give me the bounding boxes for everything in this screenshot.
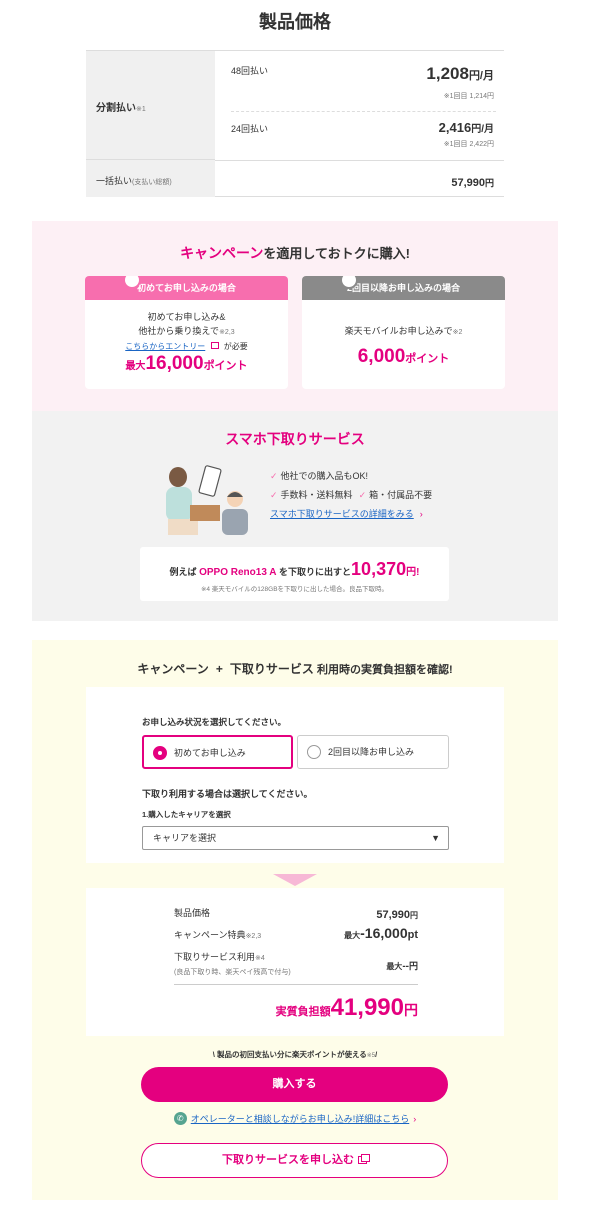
payment-note: \ 製品の初回支払い分に楽天ポイントが使える※5/ (212, 1050, 378, 1059)
result-box: 製品価格 57,990円 キャンペーン特典※2,3 最大-16,000pt 下取… (86, 888, 504, 1036)
check-icon: ✓ (270, 471, 278, 481)
plan24-note: ※1回目 2,422円 (443, 141, 494, 148)
card-first-body: 初めてお申し込み& 他社から乗り換えで※2,3 こちらからエントリー が必要 最… (85, 300, 288, 374)
table-divider (215, 160, 504, 161)
simulator-section: キャンペーン + 下取りサービス 利用時の実質負担額を確認! お申し込み状況を選… (32, 640, 558, 1200)
apply-tradein-button[interactable]: 下取りサービスを申し込む (141, 1143, 448, 1178)
result-tradein-label: 下取りサービス利用※4 (174, 952, 265, 962)
status-question: お申し込み状況を選択してください。 (142, 717, 286, 727)
external-link-icon (210, 342, 219, 349)
buy-button[interactable]: 購入する (141, 1067, 448, 1102)
tradein-example-text: 例えば OPPO Reno13 A を下取りに出すと10,370円! (169, 559, 420, 579)
caret-down-icon: ▼ (431, 833, 440, 843)
down-arrow-icon (273, 874, 317, 886)
tradein-example-note: ※4 楽天モバイルの128GBを下取りに出した場合。良品下取時。 (200, 586, 389, 593)
radio-second-application[interactable]: 2回目以降お申し込み (297, 735, 449, 769)
campaign-title: キャンペーンを適用しておトクに購入! (180, 245, 410, 261)
plan48-label: 48回払い (231, 66, 269, 76)
card-second-points: 6,000ポイント (357, 346, 450, 367)
phone-icon: ✆ (173, 1112, 187, 1125)
tradein-section: スマホ下取りサービス ✓ 他社での購入品もOK! ✓ 手数料・送料無料 ✓ 箱・付属品不… (32, 411, 558, 621)
radio-first-application[interactable]: 初めてお申し込み (142, 735, 293, 769)
tradein-point-2: ✓ 手数料・送料無料 ✓ 箱・付属品不要 (270, 490, 433, 500)
card-first-entry: こちらからエントリー が必要 (125, 342, 248, 351)
result-price-label: 製品価格 (174, 908, 211, 918)
result-campaign-value: 最大-16,000pt (344, 925, 418, 941)
card-second-header: 2回目以降お申し込みの場合 (302, 276, 505, 300)
carrier-select[interactable]: キャリアを選択 ▼ (142, 826, 449, 850)
card-second-line1: 楽天モバイルお申し込みで※2 (344, 326, 463, 336)
check-icon: ✓ (358, 490, 367, 500)
external-link-icon (358, 1154, 370, 1165)
chevron-right-icon: › (419, 509, 423, 519)
card-first-line2: 他社から乗り換えで※2,3 (138, 326, 235, 336)
campaign-section: キャンペーンを適用しておトクに購入! 初めてお申し込みの場合 初めてお申し込み&… (32, 221, 558, 411)
price-table: 分割払い※1 48回払い 1,208円/月 ※1回目 1,214円 24回払い … (86, 50, 504, 197)
tradein-question: 下取り利用する場合は選択してください。 (142, 789, 313, 799)
card-first-points: 最大16,000ポイント (125, 353, 248, 374)
plan24-label: 24回払い (231, 124, 269, 134)
simulator-form: お申し込み状況を選択してください。 初めてお申し込み 2回目以降お申し込み 下取… (86, 687, 504, 863)
carrier-label: 1.購入したキャリアを選択 (142, 810, 231, 819)
plan48-note: ※1回目 1,214円 (443, 93, 494, 100)
plan24-price: 2,416円/月 (438, 120, 494, 135)
installment-label: 分割払い※1 (96, 103, 146, 114)
result-price-value: 57,990円 (376, 909, 418, 921)
plan48-price: 1,208円/月 (426, 64, 494, 83)
lump-label: 一括払い(支払い総額) (96, 176, 172, 186)
tradein-detail-link[interactable]: スマホ下取りサービスの詳細をみる › (270, 507, 423, 520)
page-title: 製品価格 (259, 12, 331, 32)
lump-price: 57,990円 (451, 177, 494, 189)
card-first-line1: 初めてお申し込み& (147, 312, 226, 322)
card-first-header: 初めてお申し込みの場合 (85, 276, 288, 300)
operator-link[interactable]: ✆ オペレーターと相談しながらお申し込み!詳細はこちら › (32, 1112, 558, 1125)
tradein-illustration (166, 465, 248, 535)
result-tradein-sub: (良品下取り時、楽天ペイ残高で付与) (174, 969, 291, 976)
simulator-title: キャンペーン + 下取りサービス 利用時の実質負担額を確認! (137, 662, 453, 676)
entry-link[interactable]: こちらからエントリー (125, 342, 205, 351)
campaign-card-second: 2回目以降お申し込みの場合 楽天モバイルお申し込みで※2 6,000ポイント (302, 276, 505, 389)
result-total: 実質負担額41,990円 (275, 994, 418, 1021)
card-second-body: 楽天モバイルお申し込みで※2 6,000ポイント (302, 300, 505, 366)
campaign-card-first: 初めてお申し込みの場合 初めてお申し込み& 他社から乗り換えで※2,3 こちらか… (85, 276, 288, 389)
tradein-point-1: ✓ 他社での購入品もOK! (270, 471, 369, 481)
result-campaign-label: キャンペーン特典※2,3 (174, 930, 262, 940)
result-divider (174, 984, 418, 985)
result-tradein-value: 最大--円 (386, 961, 418, 972)
radio-selected-icon (153, 746, 167, 760)
radio-empty-icon (307, 745, 321, 759)
plan-divider (231, 111, 496, 112)
tradein-example-box: 例えば OPPO Reno13 A を下取りに出すと10,370円! ※4 楽天… (140, 547, 449, 601)
check-icon: ✓ (270, 490, 278, 500)
chevron-right-icon: › (413, 1113, 417, 1124)
tradein-title: スマホ下取りサービス (225, 431, 365, 447)
